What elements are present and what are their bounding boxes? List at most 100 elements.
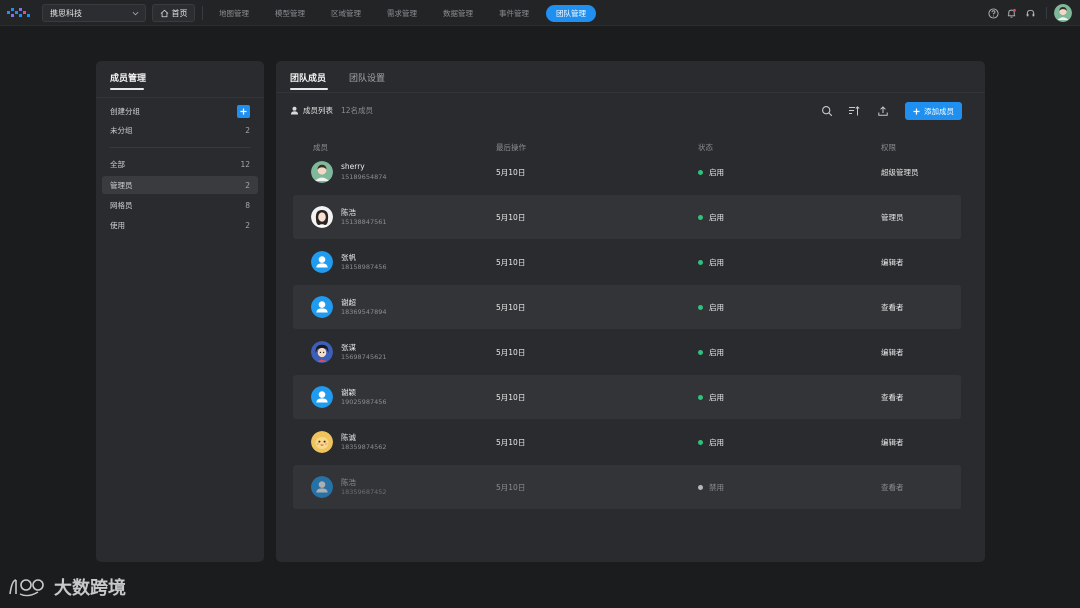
nav-model[interactable]: 模型管理 <box>275 8 305 19</box>
status-badge: 启用 <box>698 392 724 403</box>
member-role[interactable]: 超级管理员 <box>881 167 919 178</box>
group-count: 2 <box>245 125 250 135</box>
table-row[interactable]: 谢颖 19025987456 5月10日 启用 查看者 <box>293 375 961 419</box>
top-bar: 携思科技 首页 地图管理 模型管理 区域管理 需求管理 数据管理 事件管理 团队… <box>0 0 1080 26</box>
status-text: 启用 <box>709 393 724 402</box>
create-group-row: 创建分组 <box>102 102 258 120</box>
member-avatar <box>311 386 333 408</box>
team-panel: 团队成员 团队设置 成员列表 12名成员 添加成员 成员 最后操作 状态 权限 <box>276 61 985 562</box>
member-count: 12名成员 <box>341 106 374 115</box>
status-badge: 启用 <box>698 257 724 268</box>
member-role[interactable]: 编辑者 <box>881 347 904 358</box>
table-row[interactable]: sherry 15189654874 5月10日 启用 超级管理员 <box>293 150 961 194</box>
plus-icon <box>913 107 920 115</box>
company-name: 携思科技 <box>50 8 82 18</box>
member-phone: 15189654874 <box>341 173 387 181</box>
help-icon[interactable] <box>988 8 999 19</box>
status-dot <box>698 395 703 400</box>
group-ungrouped[interactable]: 未分组 2 <box>102 121 258 139</box>
create-group-label: 创建分组 <box>110 106 140 116</box>
member-name: 张谋 <box>341 343 356 352</box>
last-action: 5月10日 <box>496 213 526 222</box>
member-avatar <box>311 341 333 363</box>
table-row[interactable]: 陈浩 18359687452 5月10日 禁用 查看者 <box>293 465 961 509</box>
upload-icon[interactable] <box>877 105 889 117</box>
status-dot <box>698 350 703 355</box>
company-select[interactable]: 携思科技 <box>42 4 146 22</box>
table-row[interactable]: 陈浩 15138847561 5月10日 启用 管理员 <box>293 195 961 239</box>
group-label: 使用 <box>110 220 125 230</box>
status-dot <box>698 485 703 490</box>
list-title: 成员列表 <box>303 106 333 115</box>
status-text: 启用 <box>709 168 724 177</box>
member-role[interactable]: 查看者 <box>881 482 904 493</box>
watermark: 大数跨境 <box>8 574 126 600</box>
group-use[interactable]: 使用 2 <box>102 216 258 234</box>
member-name: 张帆 <box>341 253 356 262</box>
member-phone: 18158987456 <box>341 263 387 271</box>
status-dot <box>698 215 703 220</box>
add-group-button[interactable] <box>237 104 250 118</box>
member-role[interactable]: 编辑者 <box>881 257 904 268</box>
member-role[interactable]: 查看者 <box>881 392 904 403</box>
status-text: 启用 <box>709 258 724 267</box>
nav-region[interactable]: 区域管理 <box>331 8 361 19</box>
nav-map[interactable]: 地图管理 <box>219 8 249 19</box>
last-action: 5月10日 <box>496 483 526 492</box>
app-logo[interactable] <box>7 7 31 19</box>
table-row[interactable]: 张帆 18158987456 5月10日 启用 编辑者 <box>293 240 961 284</box>
member-role[interactable]: 查看者 <box>881 302 904 313</box>
status-text: 启用 <box>709 213 724 222</box>
home-button[interactable]: 首页 <box>152 4 195 22</box>
member-avatar <box>311 431 333 453</box>
status-dot <box>698 170 703 175</box>
group-label: 管理员 <box>110 180 133 190</box>
member-phone: 18359687452 <box>341 488 387 496</box>
member-phone: 18359874562 <box>341 443 387 451</box>
member-phone: 15138847561 <box>341 218 387 226</box>
group-grid[interactable]: 网格员 8 <box>102 196 258 214</box>
sort-icon[interactable] <box>848 105 860 117</box>
status-badge: 禁用 <box>698 482 724 493</box>
member-group-panel: 成员管理 创建分组 未分组 2 全部 12 管理员 2 网格员 8 使用 2 <box>96 61 264 562</box>
user-icon <box>290 106 299 115</box>
add-member-label: 添加成员 <box>924 106 954 116</box>
nav-demand[interactable]: 需求管理 <box>387 8 417 19</box>
group-admin[interactable]: 管理员 2 <box>102 176 258 194</box>
member-role[interactable]: 编辑者 <box>881 437 904 448</box>
divider <box>96 97 264 98</box>
search-icon[interactable] <box>821 105 833 117</box>
member-phone: 18369547894 <box>341 308 387 316</box>
last-action: 5月10日 <box>496 393 526 402</box>
home-label: 首页 <box>171 8 188 18</box>
home-icon <box>160 9 168 17</box>
member-name: 陈浩 <box>341 208 356 217</box>
member-name: 陈诚 <box>341 433 356 442</box>
tab-team-members[interactable]: 团队成员 <box>290 71 326 84</box>
headset-icon[interactable] <box>1025 8 1036 19</box>
table-row[interactable]: 谢超 18369547894 5月10日 启用 查看者 <box>293 285 961 329</box>
user-avatar[interactable] <box>1054 4 1072 22</box>
status-text: 启用 <box>709 438 724 447</box>
nav-data[interactable]: 数据管理 <box>443 8 473 19</box>
nav-team[interactable]: 团队管理 <box>546 5 596 22</box>
panel-title: 成员管理 <box>110 74 147 84</box>
group-count: 2 <box>245 220 250 230</box>
group-all[interactable]: 全部 12 <box>102 155 258 173</box>
last-action: 5月10日 <box>496 438 526 447</box>
member-name: 陈浩 <box>341 478 356 487</box>
bell-icon[interactable] <box>1006 8 1017 19</box>
group-count: 2 <box>245 180 250 190</box>
status-badge: 启用 <box>698 212 724 223</box>
plus-icon <box>240 107 247 115</box>
last-action: 5月10日 <box>496 258 526 267</box>
tab-team-settings[interactable]: 团队设置 <box>349 71 385 84</box>
status-dot <box>698 440 703 445</box>
add-member-button[interactable]: 添加成员 <box>905 102 962 120</box>
nav-event[interactable]: 事件管理 <box>499 8 529 19</box>
member-avatar <box>311 206 333 228</box>
member-role[interactable]: 管理员 <box>881 212 904 223</box>
table-row[interactable]: 张谋 15698745621 5月10日 启用 编辑者 <box>293 330 961 374</box>
member-phone: 15698745621 <box>341 353 387 361</box>
table-row[interactable]: 陈诚 18359874562 5月10日 启用 编辑者 <box>293 420 961 464</box>
